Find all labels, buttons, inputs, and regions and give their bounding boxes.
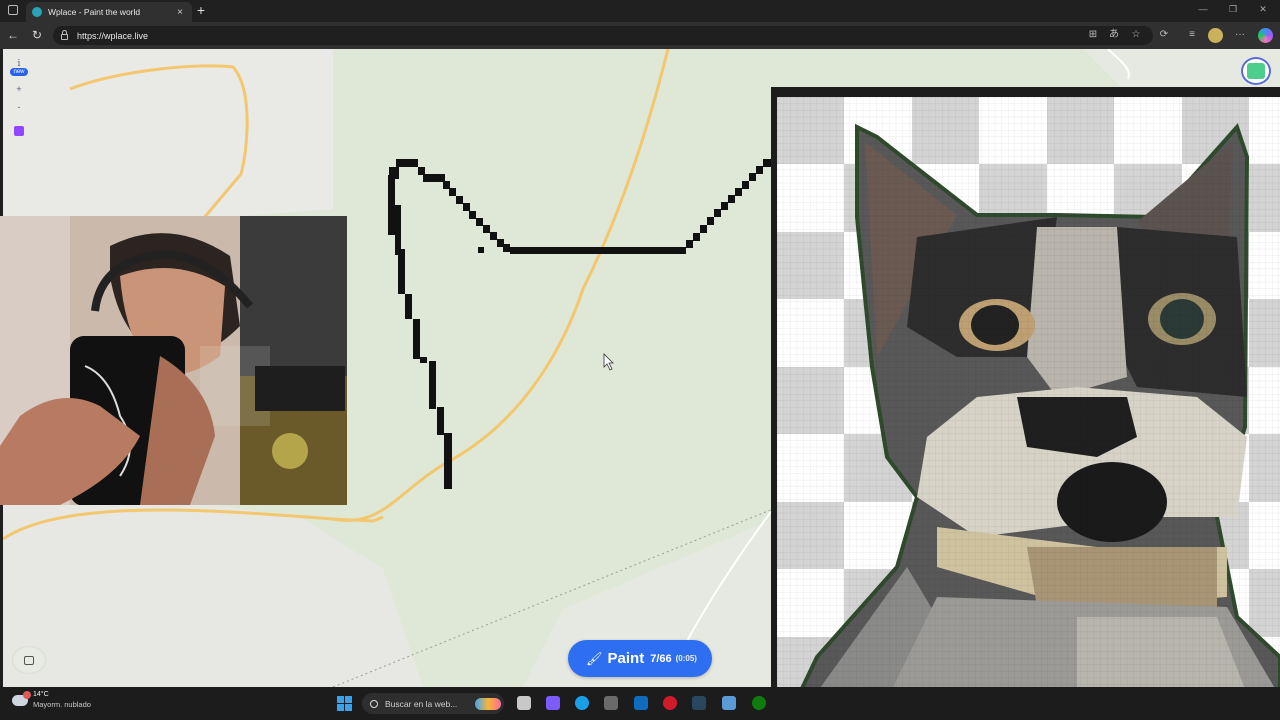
- store-icon[interactable]: [722, 696, 736, 710]
- weather-description: Mayorm. nublado: [33, 700, 91, 709]
- copilot-taskbar-icon[interactable]: [546, 696, 560, 710]
- windows-taskbar: 14°C Mayorm. nublado Buscar en la web...: [0, 687, 1280, 720]
- painted-pixel-line: [388, 159, 773, 489]
- weather-widget[interactable]: 14°C Mayorm. nublado: [12, 690, 91, 709]
- search-highlight-icon: [475, 697, 501, 710]
- new-tab-button[interactable]: +: [194, 3, 208, 17]
- layers-button[interactable]: [13, 647, 45, 673]
- favorite-star-icon[interactable]: ☆: [1130, 29, 1142, 41]
- back-arrow-icon[interactable]: ←: [6, 28, 20, 42]
- tab-title: Wplace - Paint the world: [48, 7, 141, 17]
- map-land-area: [3, 49, 333, 219]
- paintbrush-icon: 🖌: [586, 650, 603, 666]
- paint-button[interactable]: 🖌 Paint 7/66 (0:05): [568, 640, 712, 677]
- more-options-icon[interactable]: ···: [1234, 29, 1246, 41]
- outlook-icon[interactable]: [634, 696, 648, 710]
- template-image: [777, 97, 1280, 720]
- opera-icon[interactable]: [663, 696, 677, 710]
- translate-icon[interactable]: あ: [1108, 29, 1120, 41]
- windows-start-icon[interactable]: [337, 696, 352, 711]
- webcam-overlay: [0, 216, 347, 505]
- browser-tab-wplace[interactable]: Wplace - Paint the world ×: [26, 2, 192, 22]
- paint-cooldown-timer: (0:05): [675, 654, 697, 663]
- browser-tab-bar: Wplace - Paint the world × + — ❐ ✕: [0, 0, 1280, 22]
- weather-cloud-icon: [12, 690, 31, 706]
- app-available-icon[interactable]: ⊞: [1087, 29, 1099, 41]
- copilot-icon[interactable]: [1258, 28, 1273, 43]
- weather-temperature: 14°C: [33, 691, 49, 698]
- settings-app-icon[interactable]: [604, 696, 618, 710]
- layers-icon: [24, 655, 34, 665]
- template-preview-panel: [771, 87, 1280, 720]
- mouse-cursor-icon: [603, 353, 614, 371]
- taskbar-search-text: Buscar en la web...: [385, 698, 458, 709]
- url-text: https://wplace.live: [77, 30, 149, 41]
- tab-actions-icon[interactable]: [8, 5, 18, 15]
- map-road: [332, 515, 384, 523]
- twitch-icon[interactable]: [14, 126, 24, 136]
- edge-browser-icon[interactable]: [575, 696, 589, 710]
- zoom-out-button[interactable]: -: [12, 102, 26, 112]
- taskbar-search[interactable]: Buscar en la web...: [362, 693, 504, 714]
- wplace-favicon-icon: [32, 7, 42, 17]
- zoom-in-button[interactable]: +: [12, 84, 26, 94]
- extensions-icon[interactable]: ⟳: [1158, 29, 1170, 41]
- url-field[interactable]: https://wplace.live: [53, 26, 1153, 45]
- new-badge: new: [10, 68, 28, 76]
- close-window-button[interactable]: ✕: [1248, 4, 1278, 15]
- wplace-logo-icon: [1247, 63, 1265, 79]
- close-tab-icon[interactable]: ×: [174, 7, 186, 18]
- dog-pixel-art-image: [777, 97, 1280, 720]
- map-controls: i new + -: [9, 59, 29, 136]
- lock-icon: [61, 29, 68, 40]
- refresh-icon[interactable]: ↻: [30, 28, 44, 42]
- xbox-icon[interactable]: [752, 696, 766, 710]
- favorites-list-icon[interactable]: ≡: [1186, 29, 1198, 41]
- paint-charges-count: 7/66: [650, 652, 672, 665]
- webcam-video-image: [0, 216, 347, 505]
- task-view-icon[interactable]: [517, 696, 531, 710]
- address-bar-row: ← ↻ https://wplace.live ⊞ あ ☆ ⟳ ≡ ···: [0, 22, 1280, 49]
- wplace-logo[interactable]: [1241, 57, 1271, 85]
- steam-icon[interactable]: [692, 696, 706, 710]
- maximize-button[interactable]: ❐: [1218, 4, 1248, 15]
- search-icon: [370, 699, 378, 708]
- paint-button-label: Paint: [607, 650, 645, 667]
- minimize-button[interactable]: —: [1188, 4, 1218, 14]
- profile-avatar[interactable]: [1208, 28, 1223, 43]
